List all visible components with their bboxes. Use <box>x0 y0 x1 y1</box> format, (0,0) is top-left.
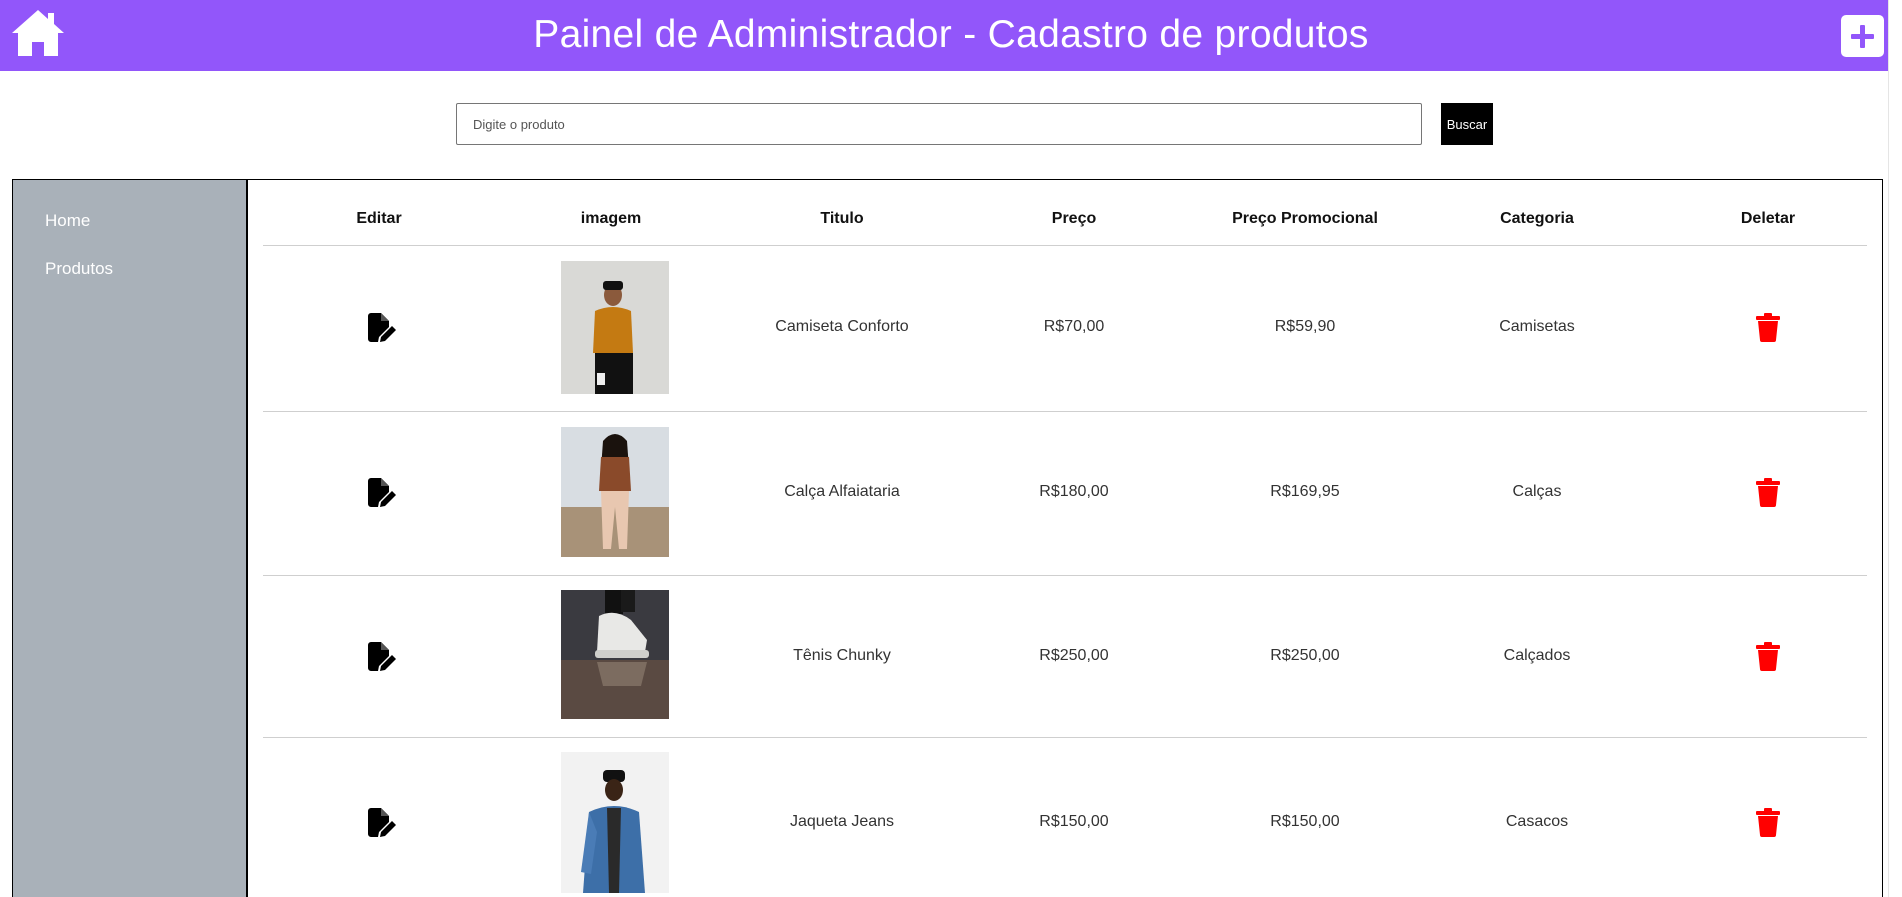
product-title: Jaqueta Jeans <box>789 813 895 830</box>
admin-page: Painel de Administrador - Cadastro de pr… <box>0 0 1902 897</box>
product-price: R$180,00 <box>1039 483 1109 500</box>
search-button[interactable]: Buscar <box>1441 103 1493 145</box>
product-price: R$70,00 <box>1043 318 1105 335</box>
trash-icon[interactable] <box>1756 808 1780 837</box>
column-header-categoria: Categoria <box>1500 210 1574 227</box>
product-title: Tênis Chunky <box>793 647 891 664</box>
column-header-editar: Editar <box>356 210 402 227</box>
trash-icon[interactable] <box>1756 313 1780 342</box>
product-photo-tshirt <box>561 261 669 394</box>
plus-icon <box>1851 25 1874 48</box>
trash-icon[interactable] <box>1756 478 1780 507</box>
product-photo-sneakers <box>561 590 669 719</box>
sidebar-item-home[interactable]: Home <box>45 211 90 231</box>
table-row: Jaqueta Jeans R$150,00 R$150,00 Casacos <box>263 738 1867 897</box>
trash-icon[interactable] <box>1756 642 1780 671</box>
table-row: Calça Alfaiataria R$180,00 R$169,95 Calç… <box>263 412 1867 576</box>
sidebar: Home Produtos <box>13 180 248 897</box>
add-product-button[interactable] <box>1841 15 1884 57</box>
table-row: Tênis Chunky R$250,00 R$250,00 Calçados <box>263 576 1867 738</box>
product-category: Casacos <box>1505 813 1569 830</box>
edit-file-icon[interactable] <box>366 642 398 672</box>
header-bar: Painel de Administrador - Cadastro de pr… <box>0 0 1902 71</box>
sidebar-item-produtos[interactable]: Produtos <box>45 259 113 279</box>
product-title: Camiseta Conforto <box>775 318 909 335</box>
product-category: Calças <box>1512 483 1562 500</box>
page-title: Painel de Administrador - Cadastro de pr… <box>533 13 1369 56</box>
product-photo-pants <box>561 427 669 557</box>
column-header-deletar: Deletar <box>1740 210 1796 227</box>
page-scrollbar[interactable] <box>1888 0 1902 897</box>
product-promo-price: R$169,95 <box>1270 483 1340 500</box>
product-category: Camisetas <box>1499 318 1575 335</box>
product-price: R$150,00 <box>1039 813 1109 830</box>
table-header: Editar imagem Titulo Preço Preço Promoci… <box>263 180 1867 246</box>
column-header-preco-promocional: Preço Promocional <box>1232 210 1378 227</box>
product-title: Calça Alfaiataria <box>784 483 900 500</box>
column-header-titulo: Titulo <box>820 210 864 227</box>
product-promo-price: R$150,00 <box>1270 813 1340 830</box>
product-category: Calçados <box>1503 647 1571 664</box>
content-frame: Home Produtos Editar imagem Titulo Preço… <box>12 179 1883 897</box>
search-input[interactable] <box>456 103 1422 145</box>
column-header-imagem: imagem <box>580 210 642 227</box>
product-price: R$250,00 <box>1039 647 1109 664</box>
product-photo-jacket <box>561 752 669 893</box>
edit-file-icon[interactable] <box>366 808 398 838</box>
column-header-preco: Preço <box>1051 210 1097 227</box>
edit-file-icon[interactable] <box>366 478 398 508</box>
product-promo-price: R$250,00 <box>1270 647 1340 664</box>
edit-file-icon[interactable] <box>366 313 398 343</box>
product-promo-price: R$59,90 <box>1274 318 1336 335</box>
table-row: Camiseta Conforto R$70,00 R$59,90 Camise… <box>263 245 1867 412</box>
